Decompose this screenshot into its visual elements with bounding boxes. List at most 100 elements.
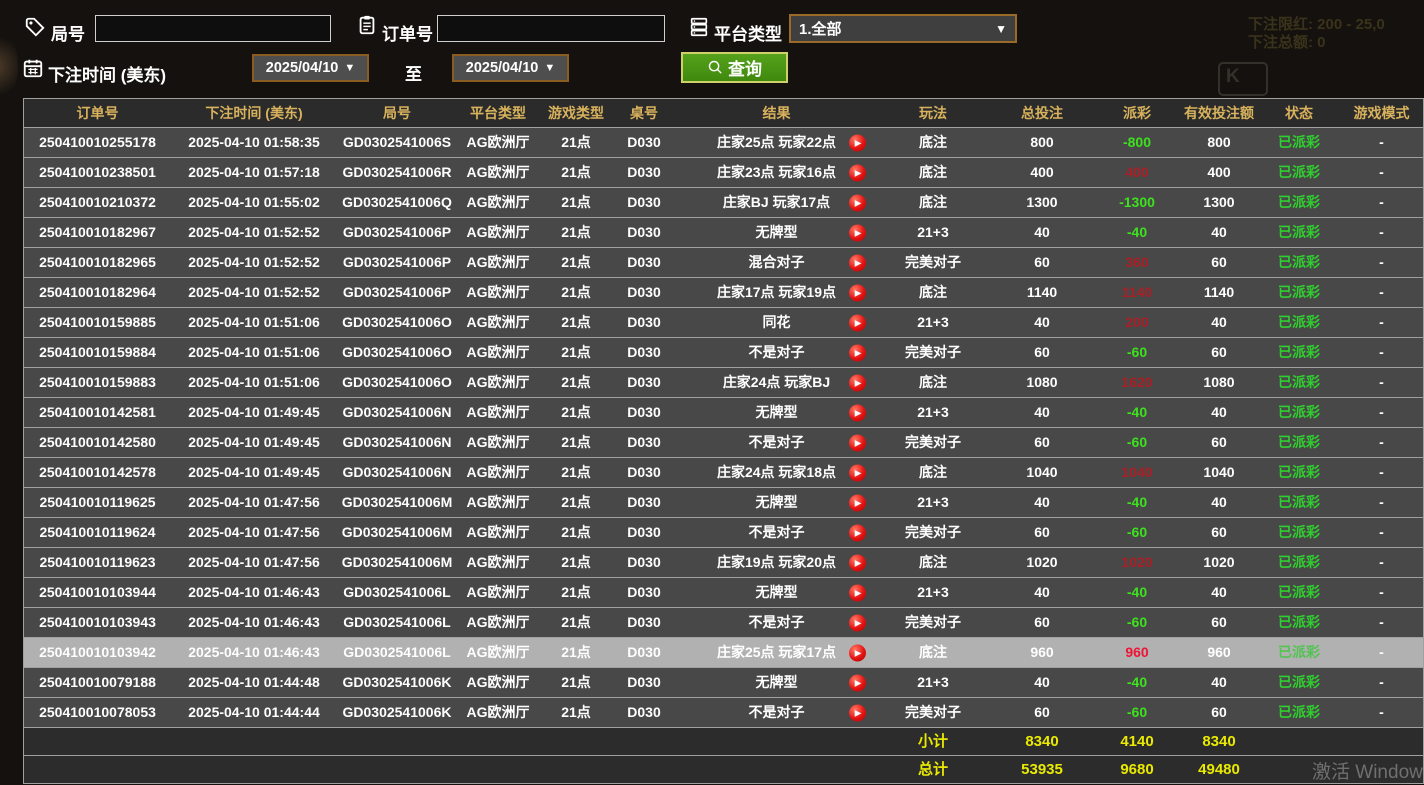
table-row[interactable]: 2504100101598842025-04-10 01:51:06GD0302… [24,338,1423,368]
replay-video-icon[interactable]: ▶ [849,524,866,541]
replay-video-icon[interactable]: ▶ [849,464,866,481]
replay-video-icon[interactable]: ▶ [849,284,866,301]
table-row[interactable]: 2504100100791882025-04-10 01:44:48GD0302… [24,668,1423,698]
cell-table-no: D030 [613,608,675,637]
cell-total-bet: 400 [988,158,1096,187]
replay-video-icon[interactable]: ▶ [849,134,866,151]
table-row[interactable]: 2504100101829672025-04-10 01:52:52GD0302… [24,218,1423,248]
cell-bet-time: 2025-04-10 01:51:06 [171,368,337,397]
result-text: 庄家24点 玩家18点 [717,458,836,487]
replay-video-icon[interactable]: ▶ [849,194,866,211]
replay-video-icon[interactable]: ▶ [849,254,866,271]
cell-round-id: GD0302541006S [337,128,457,157]
table-row[interactable]: 2504100101039422025-04-10 01:46:43GD0302… [24,638,1423,668]
cell-bet-time: 2025-04-10 01:58:35 [171,128,337,157]
date-to-picker[interactable]: 2025/04/10 ▼ [452,54,569,82]
table-row[interactable]: 2504100100780532025-04-10 01:44:44GD0302… [24,698,1423,728]
result-text: 庄家25点 玩家22点 [717,128,836,157]
cell-order-id: 250410010159884 [24,338,171,367]
replay-video-icon[interactable]: ▶ [849,434,866,451]
table-row[interactable]: 2504100101196232025-04-10 01:47:56GD0302… [24,548,1423,578]
replay-video-icon[interactable]: ▶ [849,344,866,361]
cell-game-type: 21点 [539,458,613,487]
table-row[interactable]: 2504100102385012025-04-10 01:57:18GD0302… [24,158,1423,188]
date-from-picker[interactable]: 2025/04/10 ▼ [252,54,369,82]
cell-game-type: 21点 [539,548,613,577]
calendar-icon [22,57,44,79]
cell-game-type: 21点 [539,398,613,427]
chevron-down-icon: ▼ [344,62,355,74]
table-row[interactable]: 2504100101425802025-04-10 01:49:45GD0302… [24,428,1423,458]
cell-round-id: GD0302541006K [337,698,457,727]
platform-type-selected-value: 1.全部 [799,18,842,39]
platform-type-select[interactable]: 1.全部 ▼ [789,14,1017,43]
search-button[interactable]: 查询 [681,52,788,83]
round-number-label: 局号 [51,20,85,45]
table-row[interactable]: 2504100101039432025-04-10 01:46:43GD0302… [24,608,1423,638]
replay-video-icon[interactable]: ▶ [849,314,866,331]
replay-video-icon[interactable]: ▶ [849,674,866,691]
replay-video-icon[interactable]: ▶ [849,494,866,511]
cell-payout: -60 [1096,428,1178,457]
table-row[interactable]: 2504100101598852025-04-10 01:51:06GD0302… [24,308,1423,338]
cell-play-type: 21+3 [878,578,988,607]
result-text: 不是对子 [749,608,805,637]
cell-status: 已派彩 [1260,368,1338,397]
cell-round-id: GD0302541006M [337,518,457,547]
cell-result: 无牌型▶ [675,488,878,517]
table-row[interactable]: 2504100101039442025-04-10 01:46:43GD0302… [24,578,1423,608]
subtotal-row: 小计 8340 4140 8340 [24,728,1423,756]
cell-bet-time: 2025-04-10 01:47:56 [171,548,337,577]
result-text: 不是对子 [749,698,805,727]
cell-payout: -1300 [1096,188,1178,217]
table-body: 2504100102551782025-04-10 01:58:35GD0302… [24,128,1423,728]
cell-game-mode: - [1338,608,1424,637]
replay-video-icon[interactable]: ▶ [849,704,866,721]
order-number-input[interactable] [437,15,665,42]
cell-result: 混合对子 ▶ [675,248,878,277]
replay-video-icon[interactable]: ▶ [849,554,866,571]
cell-play-type: 底注 [878,158,988,187]
cell-table-no: D030 [613,548,675,577]
cell-total-bet: 60 [988,518,1096,547]
cell-table-no: D030 [613,128,675,157]
cell-game-type: 21点 [539,638,613,667]
replay-video-icon[interactable]: ▶ [849,164,866,181]
cell-round-id: GD0302541006M [337,548,457,577]
round-number-input[interactable] [95,15,331,42]
replay-video-icon[interactable]: ▶ [849,644,866,661]
cell-bet-time: 2025-04-10 01:44:48 [171,668,337,697]
replay-video-icon[interactable]: ▶ [849,374,866,391]
cell-total-bet: 1020 [988,548,1096,577]
cell-platform-type: AG欧洲厅 [457,308,539,337]
cell-game-mode: - [1338,518,1424,547]
cell-total-bet: 40 [988,308,1096,337]
table-row[interactable]: 2504100101196252025-04-10 01:47:56GD0302… [24,488,1423,518]
cell-order-id: 250410010182967 [24,218,171,247]
cell-platform-type: AG欧洲厅 [457,278,539,307]
replay-video-icon[interactable]: ▶ [849,614,866,631]
cell-table-no: D030 [613,668,675,697]
replay-video-icon[interactable]: ▶ [849,404,866,421]
cell-table-no: D030 [613,578,675,607]
cell-platform-type: AG欧洲厅 [457,548,539,577]
table-row[interactable]: 2504100101598832025-04-10 01:51:06GD0302… [24,368,1423,398]
table-row[interactable]: 2504100101196242025-04-10 01:47:56GD0302… [24,518,1423,548]
result-text: 庄家24点 玩家BJ [723,368,830,397]
cell-table-no: D030 [613,248,675,277]
table-row[interactable]: 2504100101829652025-04-10 01:52:52GD0302… [24,248,1423,278]
replay-video-icon[interactable]: ▶ [849,224,866,241]
replay-video-icon[interactable]: ▶ [849,584,866,601]
cell-platform-type: AG欧洲厅 [457,158,539,187]
cell-result: 同花▶ [675,308,878,337]
table-row[interactable]: 2504100101425812025-04-10 01:49:45GD0302… [24,398,1423,428]
table-row[interactable]: 2504100102103722025-04-10 01:55:02GD0302… [24,188,1423,218]
table-row[interactable]: 2504100101425782025-04-10 01:49:45GD0302… [24,458,1423,488]
cell-status: 已派彩 [1260,458,1338,487]
table-row[interactable]: 2504100102551782025-04-10 01:58:35GD0302… [24,128,1423,158]
cell-status: 已派彩 [1260,548,1338,577]
result-text: 混合对子 [749,248,805,277]
table-row[interactable]: 2504100101829642025-04-10 01:52:52GD0302… [24,278,1423,308]
cell-valid-bet: 60 [1178,518,1260,547]
cell-platform-type: AG欧洲厅 [457,458,539,487]
